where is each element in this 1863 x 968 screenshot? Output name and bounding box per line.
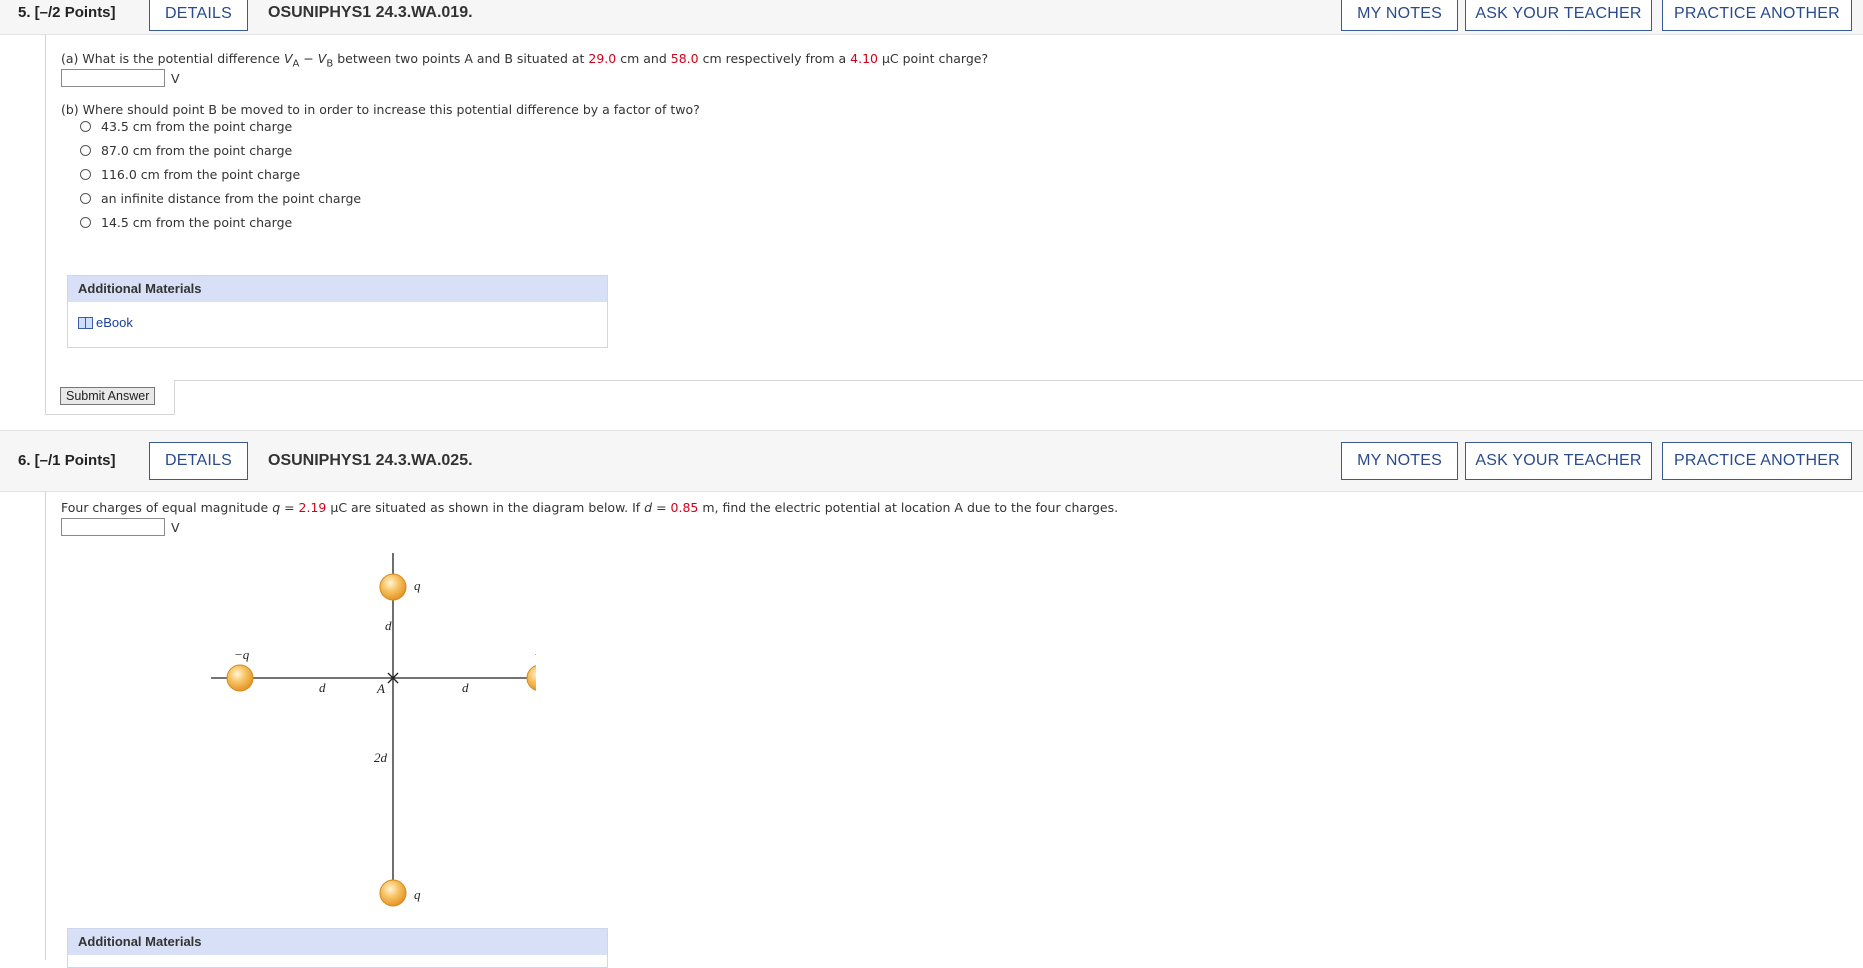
label-top-charge: q — [414, 578, 421, 593]
q6-answer-input[interactable] — [61, 518, 165, 536]
minus-sign: − — [299, 51, 318, 66]
additional-materials-heading: Additional Materials — [68, 276, 607, 302]
option-label: 87.0 cm from the point charge — [101, 143, 293, 158]
q5b-option-4[interactable]: an infinite distance from the point char… — [80, 191, 361, 206]
q5a-answer-input[interactable] — [61, 69, 165, 87]
q5a-mid: between two points A and B situated at — [333, 51, 589, 66]
q5a-mid2: cm and — [616, 51, 671, 66]
charge-left — [226, 664, 254, 692]
label-point-a: A — [376, 681, 385, 696]
radio-button[interactable] — [80, 193, 91, 204]
q5a-mid3: cm respectively from a — [698, 51, 851, 66]
ebook-label: eBook — [96, 315, 133, 330]
submit-area: Submit Answer — [45, 380, 175, 415]
additional-materials-heading: Additional Materials — [68, 929, 607, 955]
q6-ask-teacher-button[interactable]: ASK YOUR TEACHER — [1465, 442, 1652, 480]
question-5-number: 5. [–/2 Points] — [18, 4, 116, 21]
label-left-charge: −q — [234, 647, 250, 662]
q5-code: OSUNIPHYS1 24.3.WA.019. — [268, 4, 473, 21]
charge-bottom — [379, 879, 407, 907]
question-5-body: (a) What is the potential difference VA … — [45, 35, 1863, 381]
q6-question-text: Four charges of equal magnitude q = 2.19… — [61, 500, 1118, 515]
submit-answer-button[interactable]: Submit Answer — [60, 387, 156, 405]
option-label: an infinite distance from the point char… — [101, 191, 362, 206]
q6-unit: V — [171, 520, 180, 535]
va-symbol: V — [283, 51, 293, 66]
q5-part-b-question: (b) Where should point B be moved to in … — [61, 102, 700, 117]
q6-mid: μC are situated as shown in the diagram … — [326, 500, 645, 515]
charge-value: 4.10 — [850, 51, 878, 66]
q6-my-notes-button[interactable]: MY NOTES — [1341, 442, 1458, 480]
d-symbol: d — [644, 500, 653, 515]
q6-code: OSUNIPHYS1 24.3.WA.025. — [268, 452, 473, 469]
charge-top — [379, 573, 407, 601]
question-6-number: 6. [–/1 Points] — [18, 452, 116, 469]
q6-additional-materials: Additional Materials — [67, 928, 608, 968]
q6-details-button[interactable]: DETAILS — [149, 442, 248, 480]
q5-part-a-text: (a) What is the potential difference VA … — [61, 51, 988, 70]
q5-my-notes-button[interactable]: MY NOTES — [1341, 0, 1458, 31]
q-symbol: q — [272, 500, 281, 515]
q-value: 2.19 — [298, 500, 327, 515]
q5-additional-materials: Additional Materials eBook — [67, 275, 608, 348]
distance-1-value: 29.0 — [588, 51, 617, 66]
option-label: 43.5 cm from the point charge — [101, 119, 293, 134]
radio-button[interactable] — [80, 145, 91, 156]
q6-practice-another-button[interactable]: PRACTICE ANOTHER — [1662, 442, 1852, 480]
d-value: 0.85 — [670, 500, 699, 515]
question-6-header: 6. [–/1 Points] DETAILS OSUNIPHYS1 24.3.… — [0, 430, 1863, 492]
q5b-option-2[interactable]: 87.0 cm from the point charge — [80, 143, 292, 158]
question-6-body: Four charges of equal magnitude q = 2.19… — [45, 491, 1863, 968]
q5-practice-another-button[interactable]: PRACTICE ANOTHER — [1662, 0, 1852, 31]
radio-button[interactable] — [80, 169, 91, 180]
question-5-header: 5. [–/2 Points] DETAILS OSUNIPHYS1 24.3.… — [0, 0, 1863, 35]
option-label: 14.5 cm from the point charge — [101, 215, 293, 230]
q5b-option-1[interactable]: 43.5 cm from the point charge — [80, 119, 292, 134]
q6-prefix: Four charges of equal magnitude — [61, 500, 273, 515]
label-right-charge: −q — [534, 647, 536, 662]
equals: = — [280, 500, 299, 515]
radio-button[interactable] — [80, 121, 91, 132]
radio-button[interactable] — [80, 217, 91, 228]
q5b-option-5[interactable]: 14.5 cm from the point charge — [80, 215, 292, 230]
q5-details-button[interactable]: DETAILS — [149, 0, 248, 31]
label-d-right: d — [462, 680, 469, 695]
q5a-unit: V — [171, 71, 180, 86]
q5a-prefix: (a) What is the potential difference — [61, 51, 284, 66]
equals: = — [652, 500, 671, 515]
charge-right — [526, 665, 536, 691]
q5-ask-teacher-button[interactable]: ASK YOUR TEACHER — [1465, 0, 1652, 31]
ebook-icon — [78, 316, 93, 329]
label-d-top: d — [385, 618, 392, 633]
label-d-bottom: 2d — [374, 750, 388, 765]
q5b-option-3[interactable]: 116.0 cm from the point charge — [80, 167, 300, 182]
label-d-left: d — [319, 680, 326, 695]
label-bottom-charge: q — [414, 887, 421, 902]
q5a-suffix: μC point charge? — [878, 51, 989, 66]
distance-2-value: 58.0 — [670, 51, 699, 66]
option-label: 116.0 cm from the point charge — [101, 167, 301, 182]
ebook-link[interactable]: eBook — [78, 315, 133, 330]
q6-suffix: m, find the electric potential at locati… — [698, 500, 1119, 515]
charge-diagram: q q −q −q d d d 2d A — [211, 553, 536, 907]
